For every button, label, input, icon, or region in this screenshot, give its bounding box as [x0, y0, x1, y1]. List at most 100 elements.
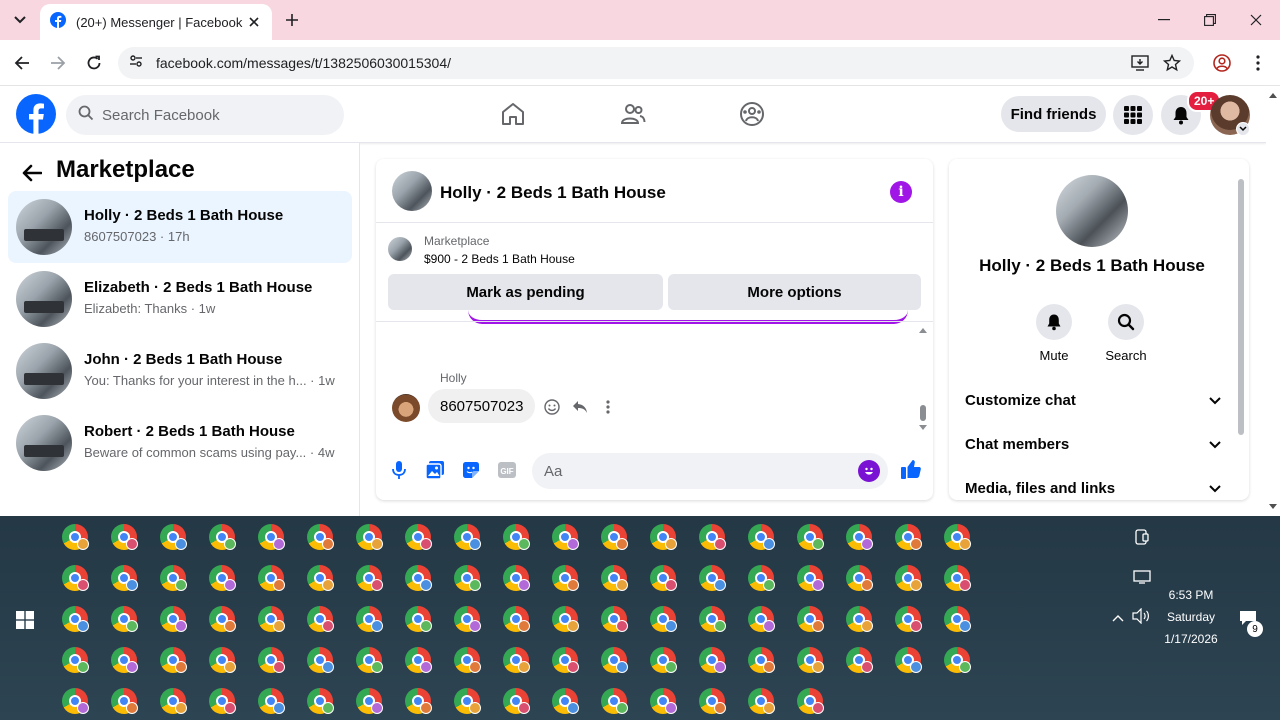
- chat-scrollbar[interactable]: [918, 325, 928, 433]
- chrome-profile-shortcut-icon[interactable]: [601, 647, 628, 673]
- customize-chat-section[interactable]: Customize chat: [965, 388, 1221, 412]
- chrome-profile-shortcut-icon[interactable]: [699, 688, 726, 714]
- close-window-icon[interactable]: [1246, 10, 1266, 30]
- chrome-profile-shortcut-icon[interactable]: [601, 565, 628, 591]
- restore-icon[interactable]: [1200, 10, 1220, 30]
- minimize-icon[interactable]: [1154, 10, 1174, 30]
- chrome-profile-shortcut-icon[interactable]: [111, 524, 138, 550]
- chrome-profile-shortcut-icon[interactable]: [258, 647, 285, 673]
- omnibox[interactable]: facebook.com/messages/t/1382506030015304…: [118, 47, 1194, 79]
- clock-date[interactable]: 1/17/2026: [1160, 632, 1222, 646]
- chrome-profile-shortcut-icon[interactable]: [62, 647, 89, 673]
- forward-icon[interactable]: [47, 52, 69, 74]
- chrome-profile-shortcut-icon[interactable]: [111, 647, 138, 673]
- account-chevron-icon[interactable]: [1236, 122, 1250, 136]
- message-input[interactable]: [544, 462, 844, 480]
- chrome-profile-shortcut-icon[interactable]: [454, 606, 481, 632]
- chrome-profile-shortcut-icon[interactable]: [503, 647, 530, 673]
- chrome-profile-shortcut-icon[interactable]: [895, 524, 922, 550]
- chrome-profile-shortcut-icon[interactable]: [699, 565, 726, 591]
- like-thumbs-up-icon[interactable]: [900, 458, 922, 480]
- chrome-profile-shortcut-icon[interactable]: [552, 688, 579, 714]
- find-friends-button[interactable]: Find friends: [1001, 96, 1106, 132]
- volume-icon[interactable]: [1132, 607, 1150, 625]
- chrome-profile-shortcut-icon[interactable]: [552, 606, 579, 632]
- chrome-profile-shortcut-icon[interactable]: [62, 524, 89, 550]
- react-smiley-icon[interactable]: [542, 397, 562, 417]
- chrome-profile-shortcut-icon[interactable]: [944, 606, 971, 632]
- groups-icon[interactable]: [738, 100, 766, 128]
- panel-scrollbar[interactable]: [1238, 179, 1244, 435]
- chrome-profile-shortcut-icon[interactable]: [895, 565, 922, 591]
- chrome-profile-shortcut-icon[interactable]: [405, 524, 432, 550]
- chrome-profile-shortcut-icon[interactable]: [307, 688, 334, 714]
- show-hidden-icons-chevron-icon[interactable]: [1109, 609, 1127, 627]
- chrome-profile-shortcut-icon[interactable]: [944, 524, 971, 550]
- profile-icon[interactable]: [1212, 53, 1232, 73]
- chrome-profile-shortcut-icon[interactable]: [503, 565, 530, 591]
- message-composer[interactable]: [532, 453, 888, 489]
- chrome-profile-shortcut-icon[interactable]: [160, 524, 187, 550]
- chrome-profile-shortcut-icon[interactable]: [552, 647, 579, 673]
- chrome-profile-shortcut-icon[interactable]: [258, 688, 285, 714]
- chrome-profile-shortcut-icon[interactable]: [356, 565, 383, 591]
- chrome-profile-shortcut-icon[interactable]: [503, 524, 530, 550]
- emoji-icon[interactable]: [858, 460, 880, 482]
- chrome-profile-shortcut-icon[interactable]: [944, 647, 971, 673]
- chrome-profile-shortcut-icon[interactable]: [797, 565, 824, 591]
- facebook-logo-icon[interactable]: [16, 94, 56, 134]
- chrome-profile-shortcut-icon[interactable]: [797, 688, 824, 714]
- conversation-item[interactable]: Robert · 2 Beds 1 Bath House Beware of c…: [8, 407, 352, 479]
- reply-icon[interactable]: [570, 397, 590, 417]
- browser-tab-active[interactable]: (20+) Messenger | Facebook: [40, 4, 272, 40]
- chrome-profile-shortcut-icon[interactable]: [503, 606, 530, 632]
- media-files-links-section[interactable]: Media, files and links: [965, 476, 1221, 500]
- chrome-profile-shortcut-icon[interactable]: [307, 647, 334, 673]
- chrome-profile-shortcut-icon[interactable]: [209, 565, 236, 591]
- chrome-profile-shortcut-icon[interactable]: [846, 647, 873, 673]
- conversation-item[interactable]: Elizabeth · 2 Beds 1 Bath House Elizabet…: [8, 263, 352, 335]
- friends-icon[interactable]: [619, 100, 647, 128]
- chrome-profile-shortcut-icon[interactable]: [846, 606, 873, 632]
- chrome-profile-shortcut-icon[interactable]: [307, 565, 334, 591]
- back-icon[interactable]: [11, 52, 33, 74]
- chrome-profile-shortcut-icon[interactable]: [405, 688, 432, 714]
- chrome-profile-shortcut-icon[interactable]: [209, 606, 236, 632]
- chrome-profile-shortcut-icon[interactable]: [307, 606, 334, 632]
- chrome-profile-shortcut-icon[interactable]: [748, 688, 775, 714]
- chrome-profile-shortcut-icon[interactable]: [258, 565, 285, 591]
- display-icon[interactable]: [1133, 568, 1151, 586]
- chrome-profile-shortcut-icon[interactable]: [111, 688, 138, 714]
- phone-link-icon[interactable]: [1133, 528, 1151, 546]
- site-info-icon[interactable]: [128, 53, 144, 74]
- chrome-profile-shortcut-icon[interactable]: [160, 688, 187, 714]
- chrome-profile-shortcut-icon[interactable]: [797, 606, 824, 632]
- chrome-profile-shortcut-icon[interactable]: [601, 606, 628, 632]
- chrome-profile-shortcut-icon[interactable]: [650, 647, 677, 673]
- chrome-profile-shortcut-icon[interactable]: [160, 647, 187, 673]
- chrome-profile-shortcut-icon[interactable]: [846, 524, 873, 550]
- info-icon[interactable]: i: [890, 181, 912, 203]
- chrome-profile-shortcut-icon[interactable]: [258, 606, 285, 632]
- conversation-item[interactable]: Holly · 2 Beds 1 Bath House 8607507023 ·…: [8, 191, 352, 263]
- more-options-button[interactable]: More options: [668, 274, 921, 310]
- facebook-search-box[interactable]: [66, 95, 344, 135]
- chrome-profile-shortcut-icon[interactable]: [62, 565, 89, 591]
- chrome-profile-shortcut-icon[interactable]: [62, 688, 89, 714]
- close-tab-icon[interactable]: [246, 14, 262, 30]
- conversation-item[interactable]: John · 2 Beds 1 Bath House You: Thanks f…: [8, 335, 352, 407]
- chrome-profile-shortcut-icon[interactable]: [209, 688, 236, 714]
- chrome-profile-shortcut-icon[interactable]: [748, 647, 775, 673]
- clock-time[interactable]: 6:53 PM: [1160, 588, 1222, 602]
- chrome-profile-shortcut-icon[interactable]: [797, 647, 824, 673]
- gif-icon[interactable]: GIF: [496, 459, 518, 481]
- chrome-profile-shortcut-icon[interactable]: [209, 524, 236, 550]
- listing-avatar[interactable]: [1056, 175, 1128, 247]
- tab-search-icon[interactable]: [10, 11, 30, 29]
- chrome-profile-shortcut-icon[interactable]: [405, 647, 432, 673]
- chrome-profile-shortcut-icon[interactable]: [552, 524, 579, 550]
- chrome-profile-shortcut-icon[interactable]: [307, 524, 334, 550]
- reload-icon[interactable]: [83, 52, 105, 74]
- clock-day[interactable]: Saturday: [1160, 610, 1222, 624]
- chrome-profile-shortcut-icon[interactable]: [699, 647, 726, 673]
